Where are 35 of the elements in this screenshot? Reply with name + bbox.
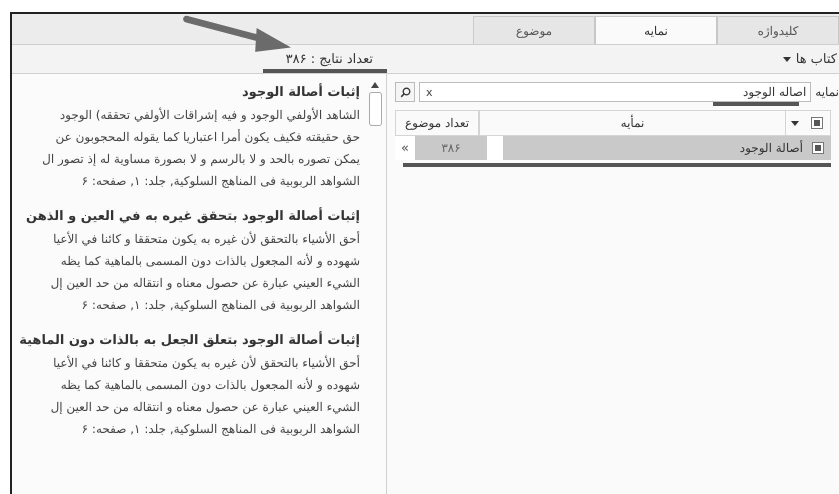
result-text: أحق الأشياء بالتحقق لأن غيره به يكون متحققا و كائنا في الأعيا xyxy=(52,230,360,248)
table-row[interactable]: أصالة الوجود ۳۸۶ « xyxy=(395,136,831,160)
result-text: الشيء العيني عبارة عن حصول معناه و انتقاله من حد العين إل xyxy=(50,399,360,416)
column-header[interactable]: تعداد موضوع xyxy=(396,111,479,135)
result-text: أحق الأشياء بالتحقق لأن غيره به يكون متحققا و كائنا في الأعيا xyxy=(52,354,360,372)
clear-button[interactable]: x xyxy=(420,86,439,98)
caret-icon xyxy=(782,56,791,62)
column-header[interactable]: نمأیه xyxy=(479,111,786,135)
result-text: الشاهد الأولفي الوجود و فيه إشراقات الأولفي تحققه) الوجود xyxy=(58,106,360,124)
table-cell: أصالة الوجود xyxy=(503,136,805,160)
result-text: الشواهد الربوبية فى المناهج السلوكية, جلد: ۱, صفحه: ۶ xyxy=(80,173,360,190)
result-count: تعداد نتایج : ۳۸۶ xyxy=(286,52,373,66)
result-text: شهوده و لأنه المجعول بالذات دون المسمى بالماهية كما يظه xyxy=(60,252,360,270)
result-text: الشيء العيني عبارة عن حصول معناه و انتقاله من حد العين إل xyxy=(50,275,360,292)
result-title[interactable]: إثبات أصالة الوجود xyxy=(12,82,360,104)
books-dropdown[interactable]: کتاب ها xyxy=(780,52,839,66)
search-button[interactable] xyxy=(395,82,415,102)
tab[interactable]: کلیدواژه xyxy=(717,16,839,44)
result-text: شهوده و لأنه المجعول بالذات دون المسمى بالماهية كما يظه xyxy=(60,376,360,394)
tab[interactable]: موضوع xyxy=(473,16,595,44)
result-title[interactable]: إثبات أصالة الوجود بتحقق غيره به في العين و الذهن xyxy=(12,206,360,228)
tab[interactable]: نمایه xyxy=(595,16,717,44)
scroll-thumb[interactable] xyxy=(368,92,382,126)
checkbox[interactable] xyxy=(812,142,824,154)
table-cell: ۳۸۶ xyxy=(415,136,487,160)
result-text: يمكن تصوره بالحد و لا بالرسم و لا بصورة مساوية له إذ تصور ال xyxy=(41,151,360,168)
expand-button[interactable]: « xyxy=(395,136,415,160)
result-text: حق حقيقته فكيف يكون أمرا اعتباريا كما يقوله المحجوبون عن xyxy=(54,128,360,146)
search-label: نمایه xyxy=(815,85,839,99)
search-icon xyxy=(400,86,410,98)
result-text: الشواهد الربوبية فى المناهج السلوكية, جلد: ۱, صفحه: ۶ xyxy=(80,421,360,438)
scroll-up-icon[interactable] xyxy=(371,82,379,88)
result-text: الشواهد الربوبية فى المناهج السلوكية, جلد: ۱, صفحه: ۶ xyxy=(80,297,360,314)
checkbox[interactable] xyxy=(811,117,823,129)
result-title[interactable]: إثبات أصالة الوجود بتعلق الجعل به بالذات دون الماهية xyxy=(12,330,360,352)
